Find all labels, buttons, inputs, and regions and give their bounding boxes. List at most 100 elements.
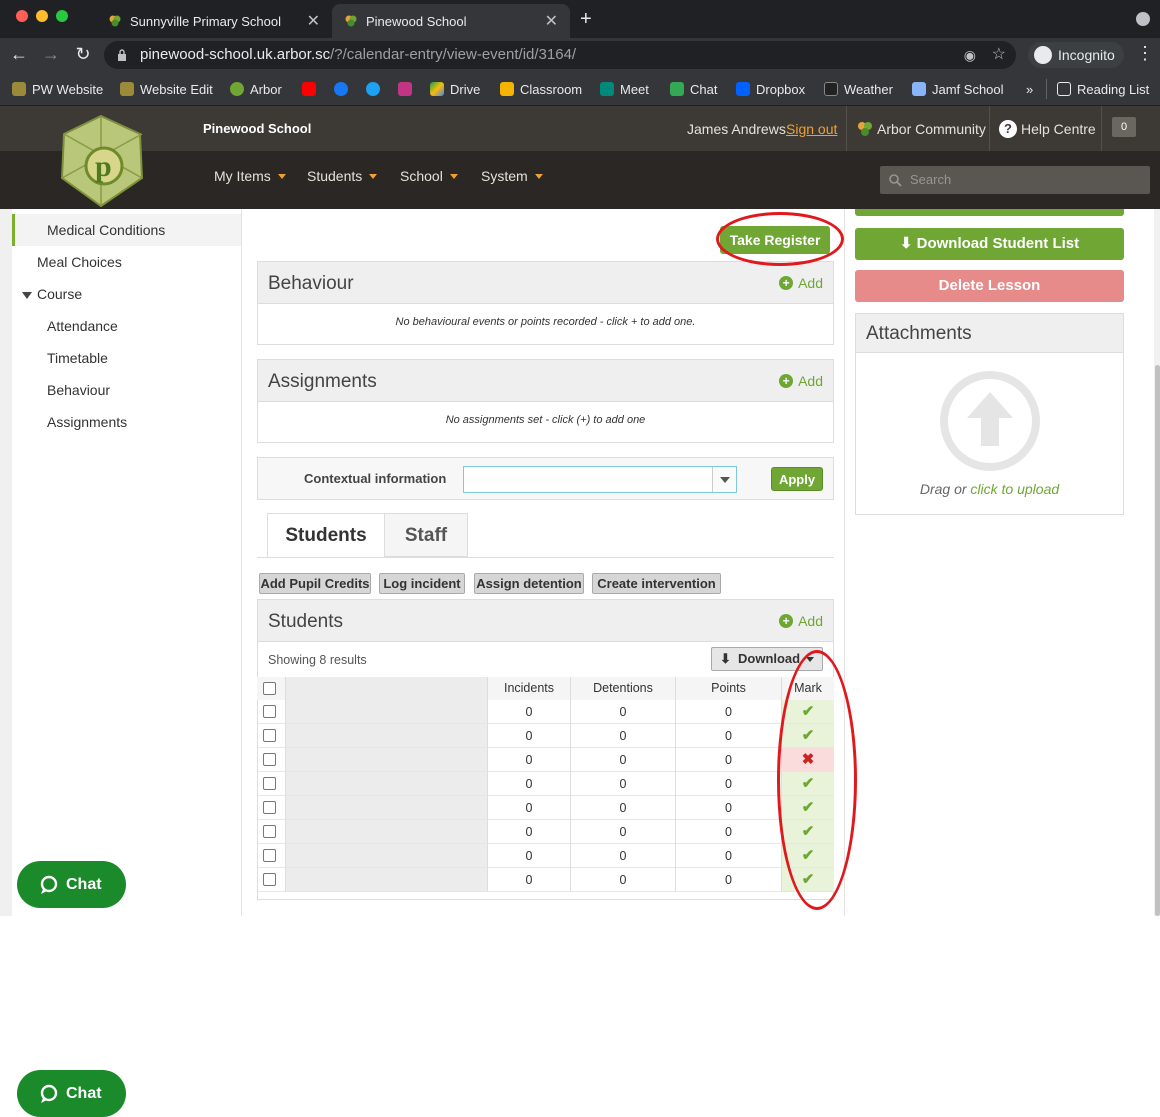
add-assignment-button[interactable]: + Add bbox=[779, 373, 823, 389]
arbor-community-link[interactable]: Arbor Community bbox=[857, 121, 986, 137]
school-name[interactable]: Pinewood School bbox=[203, 121, 311, 136]
tab-close-icon[interactable]: ✕ bbox=[545, 11, 558, 31]
table-row[interactable]: 0 0 0 ✖ bbox=[257, 748, 834, 772]
browser-tab-sunnyville[interactable]: Sunnyville Primary School ✕ bbox=[96, 4, 332, 38]
menu-my-items[interactable]: My Items bbox=[214, 168, 286, 184]
table-row[interactable]: 0 0 0 ✔ bbox=[257, 820, 834, 844]
bookmark-website-edit[interactable]: Website Edit bbox=[120, 79, 213, 99]
table-row[interactable]: 0 0 0 ✔ bbox=[257, 868, 834, 892]
mark-cell[interactable]: ✔ bbox=[781, 868, 834, 892]
mark-cell[interactable]: ✔ bbox=[781, 772, 834, 796]
student-name-cell[interactable] bbox=[285, 820, 487, 844]
window-maximize-button[interactable] bbox=[56, 10, 68, 22]
bookmark-pw-website[interactable]: PW Website bbox=[12, 79, 103, 99]
student-name-cell[interactable] bbox=[285, 844, 487, 868]
reading-list-button[interactable]: Reading List bbox=[1046, 79, 1149, 99]
column-header-points[interactable]: Points bbox=[675, 677, 781, 700]
browser-menu-icon[interactable]: ⋮ bbox=[1134, 43, 1156, 64]
sidebar-item-meal-choices[interactable]: Meal Choices bbox=[12, 246, 241, 278]
tab-staff[interactable]: Staff bbox=[384, 513, 468, 557]
tab-students[interactable]: Students bbox=[267, 513, 385, 557]
upload-arrow-icon[interactable] bbox=[939, 370, 1041, 472]
student-name-cell[interactable] bbox=[285, 748, 487, 772]
forward-icon[interactable]: → bbox=[40, 44, 62, 65]
bookmark-instagram[interactable] bbox=[398, 79, 418, 99]
create-intervention-button[interactable]: Create intervention bbox=[592, 573, 721, 594]
column-header-mark[interactable]: Mark bbox=[781, 677, 834, 700]
window-close-button[interactable] bbox=[16, 10, 28, 22]
mark-cell[interactable]: ✔ bbox=[781, 796, 834, 820]
sidebar-item-assignments[interactable]: Assignments bbox=[12, 406, 241, 438]
bookmark-classroom[interactable]: Classroom bbox=[500, 79, 582, 99]
bookmarks-more-icon[interactable]: » bbox=[1026, 79, 1033, 99]
sidebar-item-medical-conditions[interactable]: Medical Conditions bbox=[12, 214, 241, 246]
bookmark-star-icon[interactable]: ☆ bbox=[992, 41, 1006, 69]
add-student-button[interactable]: + Add bbox=[779, 613, 823, 629]
sidebar-item-course[interactable]: Course bbox=[12, 278, 241, 310]
row-checkbox[interactable] bbox=[263, 825, 276, 838]
chat-widget-button[interactable]: Chat bbox=[17, 1070, 126, 1117]
menu-system[interactable]: System bbox=[481, 168, 543, 184]
row-checkbox[interactable] bbox=[263, 873, 276, 886]
sidebar-item-attendance[interactable]: Attendance bbox=[12, 310, 241, 342]
student-name-cell[interactable] bbox=[285, 724, 487, 748]
mark-cell[interactable]: ✔ bbox=[781, 820, 834, 844]
take-register-button[interactable]: Take Register bbox=[720, 226, 830, 254]
download-button[interactable]: ⬇ Download bbox=[711, 647, 823, 671]
bookmark-dropbox[interactable]: Dropbox bbox=[736, 79, 805, 99]
bookmark-meet[interactable]: Meet bbox=[600, 79, 649, 99]
notifications-badge[interactable]: 0 bbox=[1112, 117, 1136, 137]
table-row[interactable]: 0 0 0 ✔ bbox=[257, 796, 834, 820]
browser-tab-pinewood[interactable]: Pinewood School ✕ bbox=[332, 4, 570, 38]
apply-button[interactable]: Apply bbox=[771, 467, 823, 491]
select-all-checkbox[interactable] bbox=[263, 682, 276, 695]
search-input[interactable]: Search bbox=[880, 166, 1150, 194]
tab-close-icon[interactable]: ✕ bbox=[307, 11, 320, 31]
row-checkbox[interactable] bbox=[263, 753, 276, 766]
student-name-cell[interactable] bbox=[285, 700, 487, 724]
column-header-name[interactable] bbox=[285, 677, 487, 700]
incognito-indicator[interactable]: Incognito bbox=[1028, 42, 1124, 68]
bookmark-twitter[interactable] bbox=[366, 79, 386, 99]
menu-school[interactable]: School bbox=[400, 168, 458, 184]
help-centre-link[interactable]: ? Help Centre bbox=[999, 120, 1096, 138]
column-header-detentions[interactable]: Detentions bbox=[570, 677, 675, 700]
hidden-action-button[interactable] bbox=[855, 209, 1124, 216]
tracking-off-icon[interactable]: ◉ bbox=[964, 41, 976, 69]
row-checkbox[interactable] bbox=[263, 729, 276, 742]
table-row[interactable]: 0 0 0 ✔ bbox=[257, 772, 834, 796]
student-name-cell[interactable] bbox=[285, 772, 487, 796]
student-name-cell[interactable] bbox=[285, 868, 487, 892]
student-name-cell[interactable] bbox=[285, 796, 487, 820]
bookmark-jamf-school[interactable]: Jamf School bbox=[912, 79, 1004, 99]
row-checkbox[interactable] bbox=[263, 705, 276, 718]
school-logo[interactable]: p bbox=[58, 114, 144, 208]
page-scrollbar-thumb[interactable] bbox=[1155, 365, 1160, 916]
select-toggle[interactable] bbox=[712, 467, 736, 492]
back-icon[interactable]: ← bbox=[8, 44, 30, 65]
table-row[interactable]: 0 0 0 ✔ bbox=[257, 844, 834, 868]
address-bar[interactable]: pinewood-school.uk.arbor.sc/?/calendar-e… bbox=[104, 41, 1016, 69]
row-checkbox[interactable] bbox=[263, 777, 276, 790]
menu-students[interactable]: Students bbox=[307, 168, 378, 184]
tab-search-icon[interactable] bbox=[1136, 12, 1150, 26]
sidebar-item-behaviour[interactable]: Behaviour bbox=[12, 374, 241, 406]
add-pupil-credits-button[interactable]: Add Pupil Credits bbox=[259, 573, 371, 594]
sidebar-item-timetable[interactable]: Timetable bbox=[12, 342, 241, 374]
new-tab-icon[interactable]: + bbox=[580, 8, 592, 31]
chat-widget-button[interactable]: Chat bbox=[17, 861, 126, 908]
log-incident-button[interactable]: Log incident bbox=[379, 573, 465, 594]
bookmark-youtube[interactable] bbox=[302, 79, 322, 99]
contextual-information-select[interactable] bbox=[463, 466, 737, 493]
mark-cell[interactable]: ✔ bbox=[781, 724, 834, 748]
sign-out-link[interactable]: Sign out bbox=[786, 121, 837, 137]
bookmark-facebook[interactable] bbox=[334, 79, 354, 99]
reload-icon[interactable]: ↻ bbox=[72, 44, 94, 65]
click-to-upload-link[interactable]: click to upload bbox=[970, 481, 1059, 497]
mark-cell[interactable]: ✔ bbox=[781, 844, 834, 868]
bookmark-arbor[interactable]: Arbor bbox=[230, 79, 282, 99]
window-minimize-button[interactable] bbox=[36, 10, 48, 22]
table-row[interactable]: 0 0 0 ✔ bbox=[257, 724, 834, 748]
row-checkbox[interactable] bbox=[263, 849, 276, 862]
delete-lesson-button[interactable]: Delete Lesson bbox=[855, 270, 1124, 302]
